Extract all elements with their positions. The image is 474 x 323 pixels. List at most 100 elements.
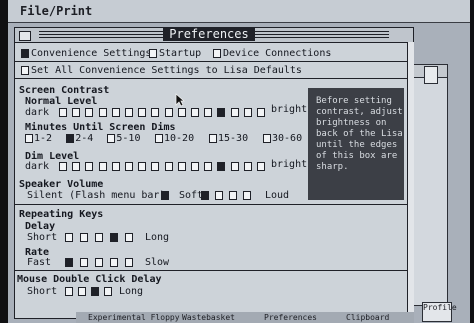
tab-startup[interactable]: Startup <box>159 48 201 59</box>
speaker-volume-box[interactable] <box>215 191 223 200</box>
dim-level-box[interactable] <box>257 162 265 171</box>
close-box-icon[interactable] <box>19 31 31 41</box>
hint-line: brightness on <box>316 118 387 128</box>
dim-time-option-label: 10-20 <box>164 133 195 144</box>
speaker-volume-heading: Speaker Volume <box>19 179 104 190</box>
contrast-level-box[interactable] <box>138 108 147 117</box>
dim-time-option-label: 15-30 <box>218 133 249 144</box>
dim-time-radio[interactable] <box>209 134 217 143</box>
dim-time-radio[interactable] <box>155 134 163 143</box>
background-window[interactable] <box>412 64 448 306</box>
disk-icon[interactable] <box>424 66 438 84</box>
set-all-defaults[interactable]: Set All Convenience Settings to Lisa Def… <box>31 65 302 76</box>
speaker-silent-radio[interactable] <box>161 191 169 200</box>
tab-convenience[interactable]: Convenience Settings <box>31 48 151 59</box>
mouse-delay-box[interactable] <box>104 287 112 296</box>
tab-device-connections[interactable]: Device Connections <box>223 48 331 59</box>
contrast-level-box[interactable] <box>177 108 186 117</box>
contrast-level-box[interactable] <box>243 108 252 117</box>
preferences-window: Preferences Convenience Settings Startup… <box>14 27 414 319</box>
file-print-menu[interactable]: File/Print <box>20 4 92 18</box>
startup-radio[interactable] <box>149 49 157 58</box>
section-separator-3 <box>15 270 407 271</box>
delay-box[interactable] <box>110 233 118 242</box>
hint-line: contrast, adjust <box>316 107 403 117</box>
set-all-checkbox[interactable] <box>21 66 29 75</box>
dim-time-radio[interactable] <box>66 134 75 143</box>
mouse-delay-box[interactable] <box>78 287 86 296</box>
dim-level-box[interactable] <box>125 162 133 171</box>
speaker-volume-box[interactable] <box>201 191 209 200</box>
hint-line: of this box are <box>316 151 398 161</box>
hint-line: back of the Lisa <box>316 129 403 139</box>
rate-box[interactable] <box>95 258 103 267</box>
rate-box[interactable] <box>110 258 118 267</box>
vertical-scrollbar[interactable] <box>407 42 414 318</box>
dim-level-box[interactable] <box>243 162 252 171</box>
desktop-tab[interactable]: Experimental Floppy <box>88 312 180 323</box>
screen-contrast-heading: Screen Contrast <box>19 85 110 96</box>
contrast-level-box[interactable] <box>257 108 265 117</box>
dim-time-heading: Minutes Until Screen Dims <box>25 122 176 133</box>
mouse-delay-box[interactable] <box>91 287 99 296</box>
dim-level-box[interactable] <box>151 162 160 171</box>
delay-long-label: Long <box>145 232 170 243</box>
convenience-radio[interactable] <box>21 49 29 58</box>
dim-time-radio[interactable] <box>25 134 33 143</box>
contrast-level-box[interactable] <box>85 108 94 117</box>
dim-level-box[interactable] <box>217 162 226 171</box>
contrast-level-box[interactable] <box>230 108 239 117</box>
contrast-level-box[interactable] <box>164 108 173 117</box>
normal-level-label: Normal Level <box>25 96 98 107</box>
dim-level-box[interactable] <box>111 162 120 171</box>
speaker-volume-box[interactable] <box>229 191 237 200</box>
dim-level-box[interactable] <box>230 162 239 171</box>
tab-separator <box>15 61 407 62</box>
dim-level-box[interactable] <box>85 162 94 171</box>
device-radio[interactable] <box>213 49 221 58</box>
dim-level-box[interactable] <box>138 162 147 171</box>
dim-level-box[interactable] <box>98 162 107 171</box>
window-titlebar[interactable]: Preferences <box>15 28 413 43</box>
dim-time-option-label: 30-60 <box>272 133 303 144</box>
dim-level-bright: bright <box>271 159 308 170</box>
mouse-long-label: Long <box>119 286 144 297</box>
contrast-level-box[interactable] <box>151 108 160 117</box>
contrast-level-box[interactable] <box>125 108 133 117</box>
contrast-level-box[interactable] <box>217 108 226 117</box>
contrast-level-box[interactable] <box>191 108 199 117</box>
delay-short-label: Short <box>27 232 58 243</box>
dim-level-box[interactable] <box>72 162 81 171</box>
pointer-cursor-icon <box>175 93 185 107</box>
rate-box[interactable] <box>125 258 133 267</box>
desktop-tab[interactable]: Clipboard <box>346 312 389 323</box>
dim-level-box[interactable] <box>204 162 213 171</box>
mouse-delay-box[interactable] <box>65 287 73 296</box>
dim-time-radio[interactable] <box>263 134 271 143</box>
delay-box[interactable] <box>95 233 103 242</box>
delay-box[interactable] <box>65 233 73 242</box>
delay-box[interactable] <box>125 233 133 242</box>
rate-fast-label: Fast <box>27 257 52 268</box>
contrast-level-box[interactable] <box>111 108 120 117</box>
dim-level-box[interactable] <box>191 162 199 171</box>
dim-level-dark: dark <box>25 161 50 172</box>
speaker-volume-box[interactable] <box>243 191 251 200</box>
speaker-loud-label: Loud <box>265 190 290 201</box>
rate-box[interactable] <box>80 258 88 267</box>
mouse-delay-heading: Mouse Double Click Delay <box>17 274 162 285</box>
dim-level-box[interactable] <box>59 162 67 171</box>
dim-level-box[interactable] <box>164 162 173 171</box>
contrast-level-box[interactable] <box>72 108 81 117</box>
contrast-level-box[interactable] <box>59 108 67 117</box>
desktop-tab[interactable]: Preferences <box>264 312 317 323</box>
delay-box[interactable] <box>80 233 88 242</box>
dim-time-radio[interactable] <box>107 134 116 143</box>
desktop-tab[interactable]: Wastebasket <box>182 312 235 323</box>
dim-level-box[interactable] <box>177 162 186 171</box>
contrast-level-box[interactable] <box>204 108 213 117</box>
contrast-level-box[interactable] <box>98 108 107 117</box>
rate-box[interactable] <box>65 258 73 267</box>
profile-label: Profile <box>423 303 457 312</box>
profile-icon[interactable]: Profile <box>422 302 457 322</box>
